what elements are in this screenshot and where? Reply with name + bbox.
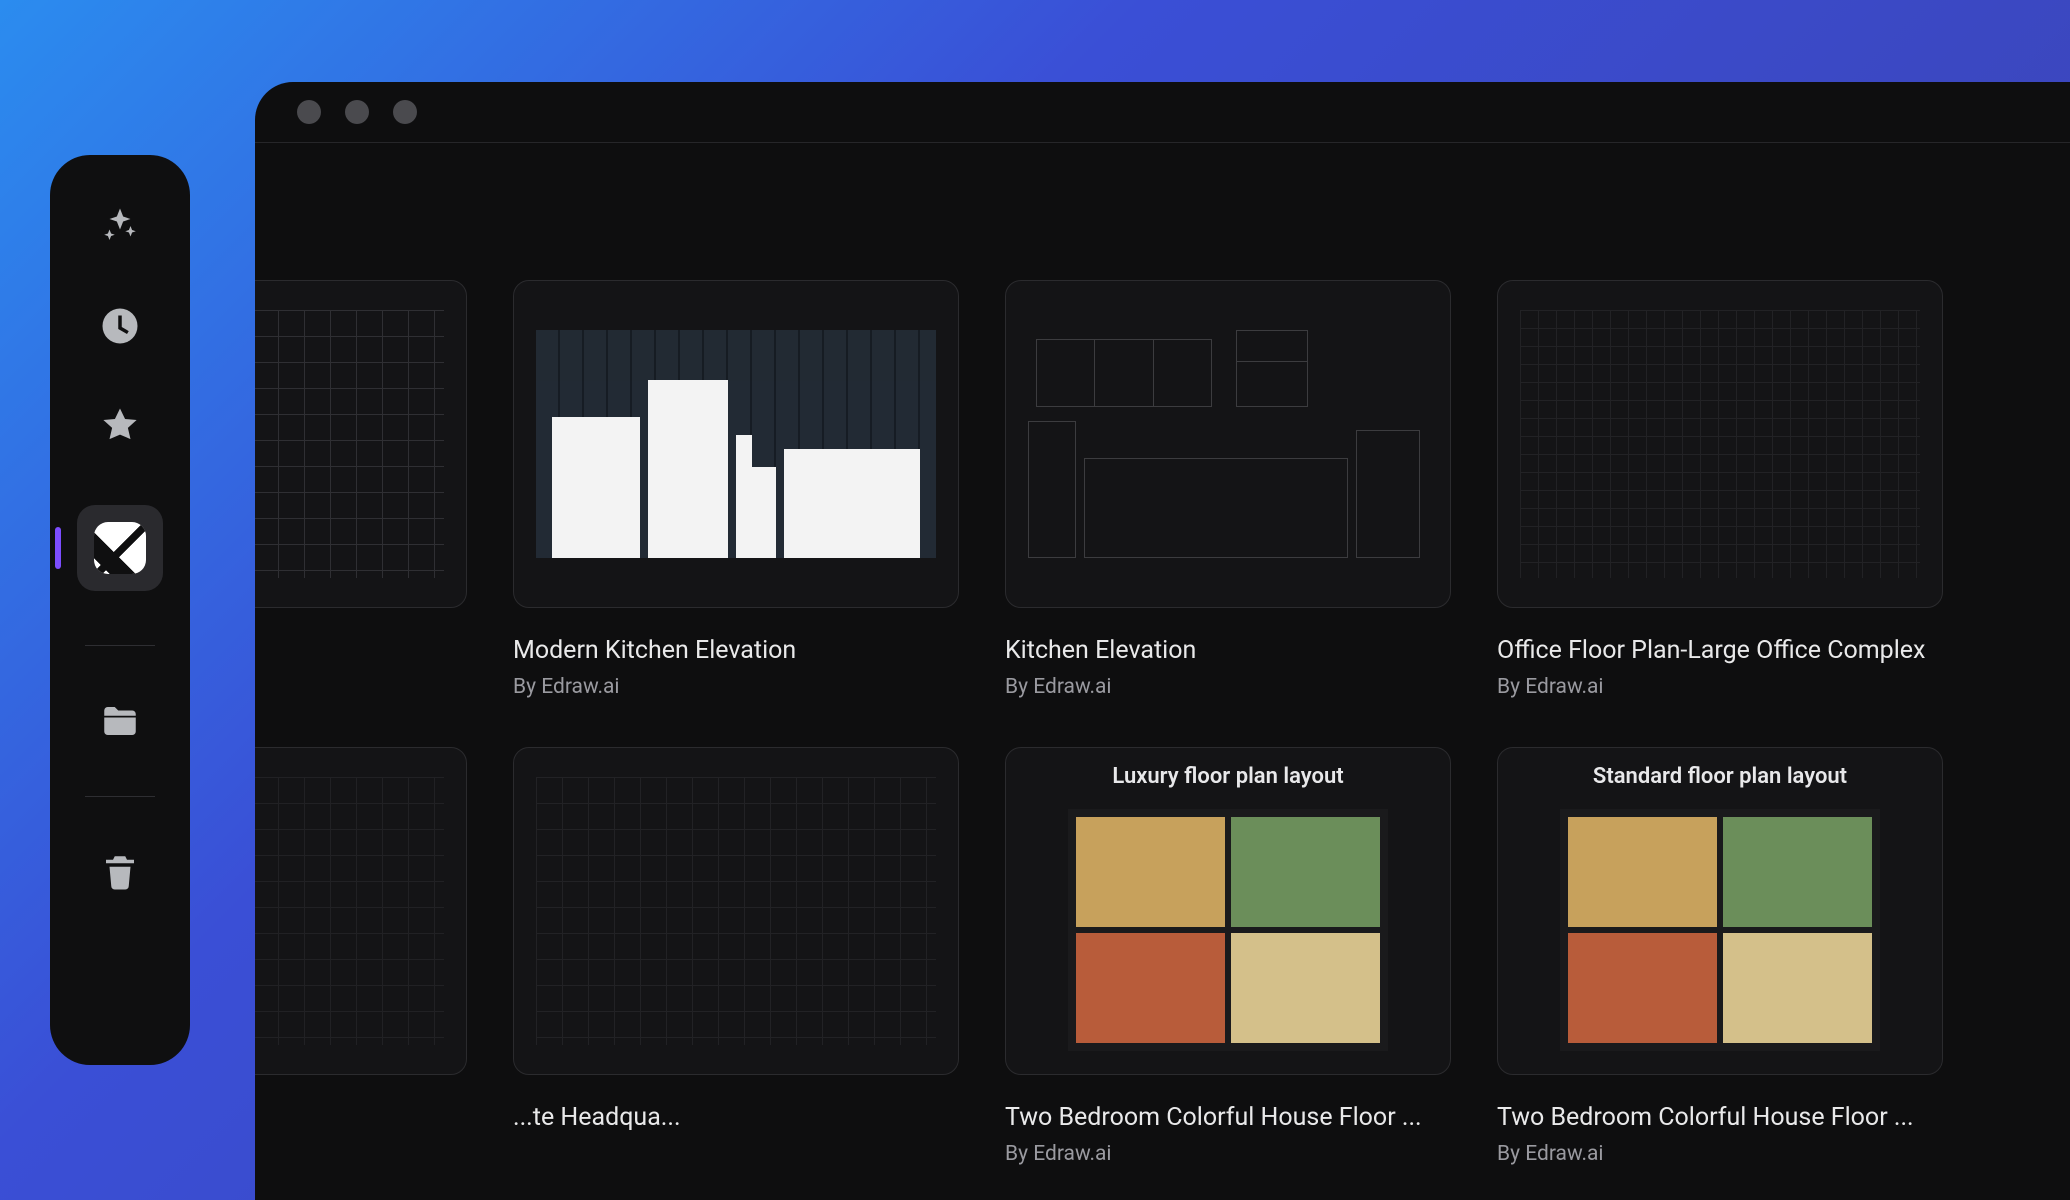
app-logo-icon: [94, 522, 146, 574]
traffic-light-minimize[interactable]: [345, 100, 369, 124]
sidebar-item-folder[interactable]: [99, 700, 141, 742]
trash-icon: [99, 851, 141, 893]
template-thumbnail: Luxury floor plan layout: [1005, 747, 1451, 1075]
traffic-light-maximize[interactable]: [393, 100, 417, 124]
template-author: By Edraw.ai: [1005, 675, 1451, 699]
template-card[interactable]: Luxury floor plan layout Two Bedroom Col…: [1005, 747, 1451, 1166]
template-card[interactable]: Kitchen Elevation By Edraw.ai: [1005, 280, 1451, 699]
sidebar-item-favorites[interactable]: [99, 405, 141, 447]
template-author: By Edraw.ai: [1497, 1142, 1943, 1166]
template-thumbnail: [513, 747, 959, 1075]
sidebar-item-recent[interactable]: [99, 305, 141, 347]
template-title: Office F...: [255, 1103, 467, 1132]
thumbnail-caption: Luxury floor plan layout: [1112, 764, 1343, 789]
clock-icon: [99, 305, 141, 347]
template-card[interactable]: ...te Headqua...: [513, 747, 959, 1166]
template-card[interactable]: Office Floor Plan-Large Office Complex B…: [1497, 280, 1943, 699]
template-thumbnail: [513, 280, 959, 608]
sidebar-item-templates[interactable]: [77, 505, 163, 591]
template-author: By Edraw.ai: [513, 675, 959, 699]
template-title: Office Floor Plan-Large Office Complex: [1497, 636, 1943, 665]
app-window: ...t Office Lay... Modern Kitchen Elevat…: [255, 82, 2070, 1200]
sidebar-divider: [85, 796, 155, 797]
sparkle-icon: [99, 205, 141, 247]
template-card[interactable]: Standard floor plan layout Two Bedroom C…: [1497, 747, 1943, 1166]
template-title: Two Bedroom Colorful House Floor ...: [1005, 1103, 1451, 1132]
template-author: By Edraw.ai: [1005, 1142, 1451, 1166]
window-divider: [255, 142, 2070, 143]
sidebar-divider: [85, 645, 155, 646]
template-card[interactable]: Modern Kitchen Elevation By Edraw.ai: [513, 280, 959, 699]
folder-icon: [99, 700, 141, 742]
window-titlebar: [255, 82, 2070, 142]
thumbnail-caption: Standard floor plan layout: [1593, 764, 1847, 789]
template-title: Kitchen Elevation: [1005, 636, 1451, 665]
sidebar-item-trash[interactable]: [99, 851, 141, 893]
sidebar-item-sparkle[interactable]: [99, 205, 141, 247]
template-card[interactable]: Office F... By Edra...: [255, 747, 467, 1166]
template-title: Modern Kitchen Elevation: [513, 636, 959, 665]
template-author: By Edra...: [255, 1142, 467, 1166]
template-author: By Edraw.ai: [1497, 675, 1943, 699]
sidebar-dock: [50, 155, 190, 1065]
template-thumbnail: [1497, 280, 1943, 608]
traffic-light-close[interactable]: [297, 100, 321, 124]
template-title: Two Bedroom Colorful House Floor ...: [1497, 1103, 1943, 1132]
template-card[interactable]: ...t Office Lay...: [255, 280, 467, 699]
template-thumbnail: [1005, 280, 1451, 608]
template-thumbnail: [255, 280, 467, 608]
template-thumbnail: [255, 747, 467, 1075]
template-title: ...te Headqua...: [513, 1103, 959, 1132]
star-icon: [99, 405, 141, 447]
template-thumbnail: Standard floor plan layout: [1497, 747, 1943, 1075]
template-title: ...t Office Lay...: [255, 636, 467, 665]
template-grid: ...t Office Lay... Modern Kitchen Elevat…: [255, 152, 2070, 1200]
